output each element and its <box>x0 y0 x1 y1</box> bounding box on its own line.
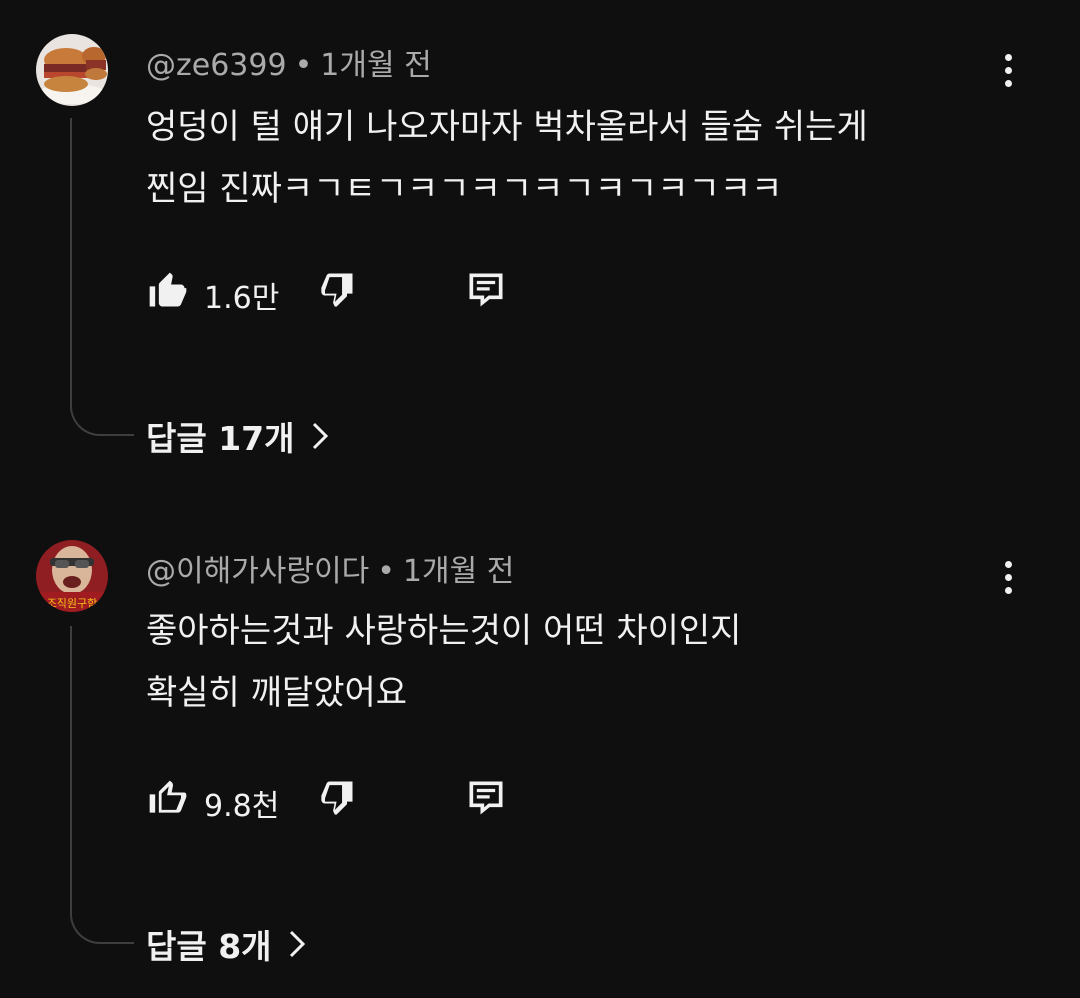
kebab-icon <box>1004 560 1012 568</box>
comment-text-line: 좋아하는것과 사랑하는것이 어떤 차이인지 <box>146 611 742 651</box>
comment-text: 엉덩이 털 얘기 나오자마자 벅차올라서 들숨 쉬는게 찐임 진짜ㅋㄱㅌㄱㅋㄱㅋ… <box>146 96 868 220</box>
comment-actions: 1.6만 <box>146 268 526 316</box>
thread-line <box>70 118 134 436</box>
person-avatar-icon: 조직원구함 <box>36 540 108 612</box>
comment-meta: @ze6399 • 1개월 전 <box>146 48 432 83</box>
comment-text-line: 찐임 진짜ㅋㄱㅌㄱㅋㄱㅋㄱㅋㄱㅋㄱㅋㄱㅋㅋ <box>146 169 783 209</box>
view-replies-button[interactable]: 답글 8개 <box>146 920 308 968</box>
avatar-caption: 조직원구함 <box>47 597 98 610</box>
replies-label: 답글 17개 <box>146 419 295 458</box>
author-avatar[interactable] <box>36 34 108 106</box>
like-count: 1.6만 <box>204 281 280 316</box>
reply-icon[interactable] <box>464 776 508 820</box>
view-replies-button[interactable]: 답글 17개 <box>146 412 331 460</box>
comment-text-line: 엉덩이 털 얘기 나오자마자 벅차올라서 들숨 쉬는게 <box>146 107 868 147</box>
thumbs-up-icon[interactable] <box>146 776 190 820</box>
thumbs-up-filled-icon[interactable] <box>146 268 190 312</box>
comment-actions: 9.8천 <box>146 776 526 824</box>
reply-icon[interactable] <box>464 268 508 312</box>
comment-meta: @이해가사랑이다 • 1개월 전 <box>146 554 515 589</box>
comment-text-line: 확실히 깨달았어요 <box>146 673 408 713</box>
comment-time: 1개월 전 <box>402 554 515 589</box>
more-options-button[interactable] <box>988 557 1028 597</box>
thread-line <box>70 626 134 944</box>
author-name[interactable]: @이해가사랑이다 <box>146 554 369 589</box>
thumbs-down-icon[interactable] <box>314 776 358 820</box>
kebab-icon <box>1004 53 1012 61</box>
author-avatar[interactable]: 조직원구함 <box>36 540 108 612</box>
more-options-button[interactable] <box>988 50 1028 90</box>
burger-avatar-icon <box>36 34 108 106</box>
replies-label: 답글 8개 <box>146 927 272 966</box>
author-name[interactable]: @ze6399 <box>146 48 287 83</box>
chevron-right-icon <box>289 930 305 958</box>
chevron-right-icon <box>312 422 328 450</box>
comment-time: 1개월 전 <box>320 48 432 83</box>
comment-text: 좋아하는것과 사랑하는것이 어떤 차이인지 확실히 깨달았어요 <box>146 600 741 724</box>
thumbs-down-icon[interactable] <box>314 268 358 312</box>
like-count: 9.8천 <box>204 789 280 824</box>
